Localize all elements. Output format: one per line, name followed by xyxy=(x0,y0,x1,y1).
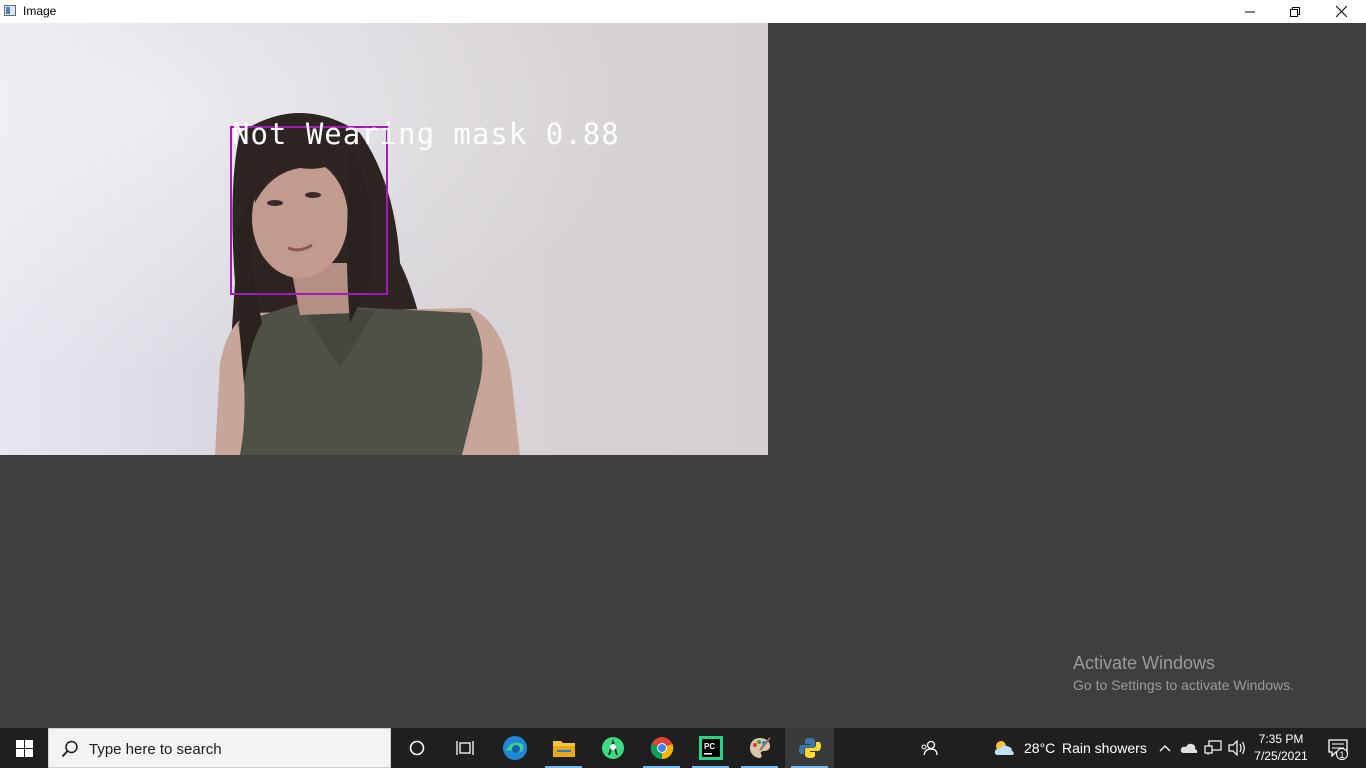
cortana-button[interactable] xyxy=(392,728,441,768)
camera-frame: Not Wearing mask 0.88 xyxy=(0,23,768,455)
start-button[interactable] xyxy=(0,728,48,768)
folder-icon xyxy=(552,741,575,757)
windows-logo-icon xyxy=(15,739,33,757)
edge-icon xyxy=(502,736,527,760)
cloud-sun-rain-icon xyxy=(994,741,1014,755)
cloud-icon xyxy=(1180,743,1198,753)
watermark-subtitle: Go to Settings to activate Windows. xyxy=(1073,677,1294,693)
people-icon xyxy=(921,740,938,756)
minimize-icon xyxy=(1245,11,1255,12)
window-titlebar: Image xyxy=(0,0,1366,23)
search-icon xyxy=(61,740,78,758)
weather-condition[interactable]: Rain showers xyxy=(1062,728,1147,768)
chevron-up-icon xyxy=(1159,745,1171,752)
watermark-title: Activate Windows xyxy=(1073,653,1216,673)
circle-icon xyxy=(409,740,424,756)
chrome-app[interactable] xyxy=(637,728,686,768)
android-studio-icon xyxy=(601,737,624,759)
pycharm-icon: PC xyxy=(698,736,723,760)
edge-app[interactable] xyxy=(490,728,539,768)
python-icon xyxy=(798,738,821,758)
chrome-icon xyxy=(650,737,673,760)
close-icon xyxy=(1335,6,1347,17)
people-button[interactable] xyxy=(915,728,943,768)
show-hidden-icons-button[interactable] xyxy=(1156,728,1174,768)
onedrive-button[interactable] xyxy=(1178,728,1200,768)
taskbar-clock[interactable]: 7:35 PM 7/25/2021 xyxy=(1250,731,1312,765)
minimize-button[interactable] xyxy=(1227,0,1273,23)
network-icon xyxy=(1204,740,1222,755)
close-button[interactable] xyxy=(1318,0,1364,23)
speaker-icon xyxy=(1228,740,1245,756)
window-title: Image xyxy=(23,4,57,18)
palette-icon xyxy=(749,737,771,758)
clock-time: 7:35 PM xyxy=(1258,732,1304,746)
volume-button[interactable] xyxy=(1226,728,1248,768)
network-button[interactable] xyxy=(1202,728,1224,768)
weather-button[interactable] xyxy=(990,728,1018,768)
restore-icon xyxy=(1290,6,1300,17)
taskbar-search-box[interactable]: Type here to search xyxy=(48,728,391,768)
taskbar: Type here to search PC 28°C Rain showers… xyxy=(0,728,1366,768)
face-detection-box xyxy=(230,126,388,295)
clock-date: 7/25/2021 xyxy=(1254,749,1308,763)
notification-count-badge: 1 xyxy=(1336,748,1348,760)
weather-temperature[interactable]: 28°C xyxy=(1024,728,1055,768)
task-view-button[interactable] xyxy=(440,728,489,768)
activate-windows-watermark: Activate Windows Go to Settings to activ… xyxy=(1073,652,1294,695)
restore-button[interactable] xyxy=(1272,0,1318,23)
paint-app[interactable] xyxy=(735,728,784,768)
task-view-icon xyxy=(455,741,474,755)
android-studio-app[interactable] xyxy=(588,728,637,768)
file-explorer-app[interactable] xyxy=(539,728,588,768)
svg-text:PC: PC xyxy=(704,742,715,751)
search-placeholder: Type here to search xyxy=(89,741,222,758)
app-window-icon xyxy=(4,5,16,16)
pycharm-app[interactable]: PC xyxy=(686,728,735,768)
detection-label: Not Wearing mask 0.88 xyxy=(232,117,620,151)
python-app[interactable] xyxy=(785,728,834,768)
